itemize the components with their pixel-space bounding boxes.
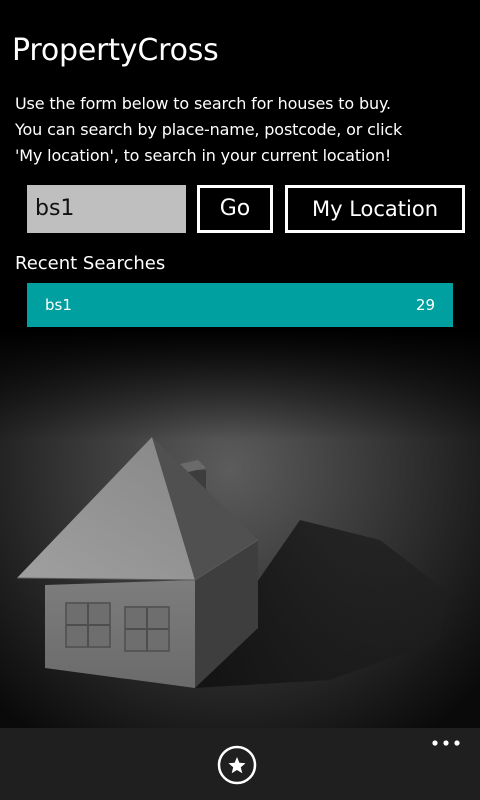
intro-line: 'My location', to search in your current… [15, 146, 392, 165]
app-bar [0, 728, 480, 800]
star-icon[interactable] [217, 745, 257, 785]
recent-searches-heading: Recent Searches [15, 253, 166, 274]
ellipsis-icon[interactable] [428, 732, 464, 754]
my-location-button[interactable]: My Location [285, 185, 465, 233]
app-screen: PropertyCross Use the form below to sear… [0, 0, 480, 800]
intro-line: Use the form below to search for houses … [15, 94, 391, 113]
search-input[interactable] [27, 185, 186, 233]
page-title: PropertyCross [12, 33, 219, 68]
intro-text: Use the form below to search for houses … [15, 91, 475, 169]
go-button[interactable]: Go [197, 185, 273, 233]
recent-search-item[interactable]: bs1 29 [27, 283, 453, 327]
intro-line: You can search by place-name, postcode, … [15, 120, 403, 139]
recent-search-count: 29 [415, 296, 435, 314]
recent-search-term: bs1 [45, 296, 72, 314]
